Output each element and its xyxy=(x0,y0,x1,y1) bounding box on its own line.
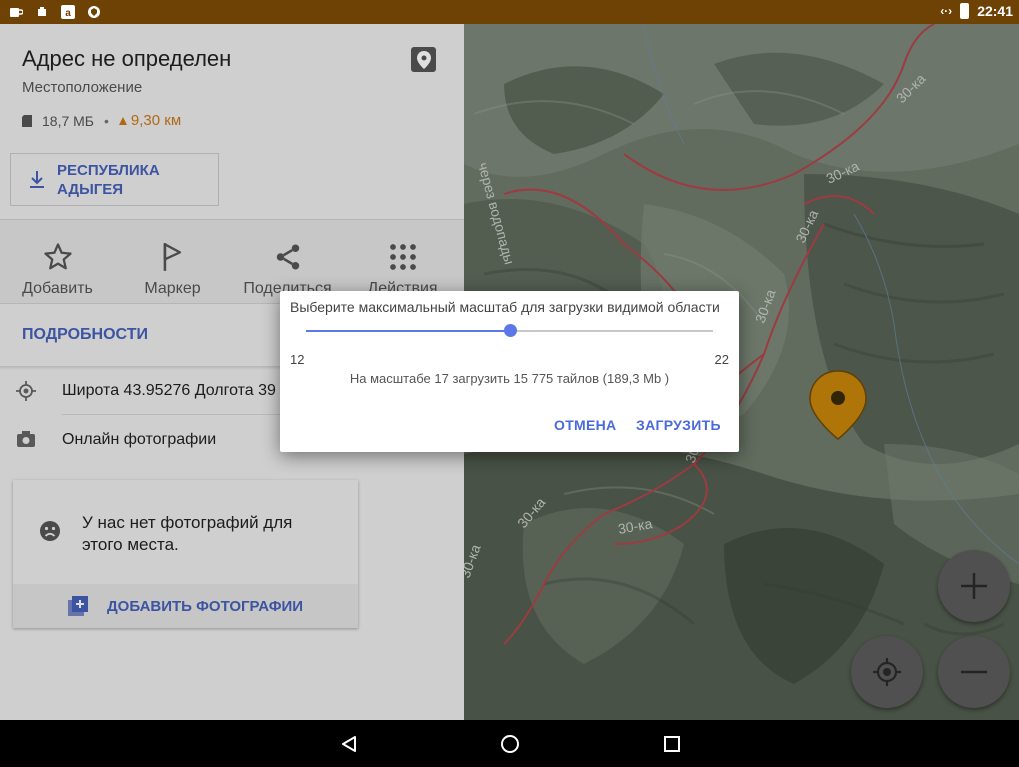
clock: 22:41 xyxy=(977,3,1013,19)
zoom-max-label: 22 xyxy=(714,352,729,367)
home-icon xyxy=(501,735,519,753)
zoom-min-label: 12 xyxy=(290,352,305,367)
zoom-slider-fill xyxy=(306,330,510,332)
vpn-icon xyxy=(86,4,102,20)
status-bar-notifications: a xyxy=(8,4,102,20)
back-button[interactable] xyxy=(337,732,361,756)
download-info: На масштабе 17 загрузить 15 775 тайлов (… xyxy=(349,371,670,386)
zoom-slider-thumb[interactable] xyxy=(503,324,517,337)
home-button[interactable] xyxy=(498,732,522,756)
status-bar-system: ‹·› 22:41 xyxy=(940,3,1013,19)
navigation-bar xyxy=(0,720,1019,767)
dialog-title: Выберите максимальный масштаб для загруз… xyxy=(290,299,720,315)
download-zoom-dialog: Выберите максимальный масштаб для загруз… xyxy=(280,291,739,452)
svg-text:a: a xyxy=(65,8,71,19)
zoom-slider[interactable] xyxy=(306,324,713,337)
back-icon xyxy=(342,736,356,752)
recents-button[interactable] xyxy=(660,732,684,756)
battery-charging-icon xyxy=(960,3,970,19)
amazon-icon: a xyxy=(60,4,76,20)
app-icon xyxy=(34,4,50,20)
download-button[interactable]: ЗАГРУЗИТЬ xyxy=(636,417,721,433)
code-icon: ‹·› xyxy=(940,4,953,18)
status-bar: a ‹·› 22:41 xyxy=(0,0,1019,24)
coffee-icon xyxy=(8,4,24,20)
cancel-button[interactable]: ОТМЕНА xyxy=(554,417,616,433)
recents-icon xyxy=(664,736,680,752)
